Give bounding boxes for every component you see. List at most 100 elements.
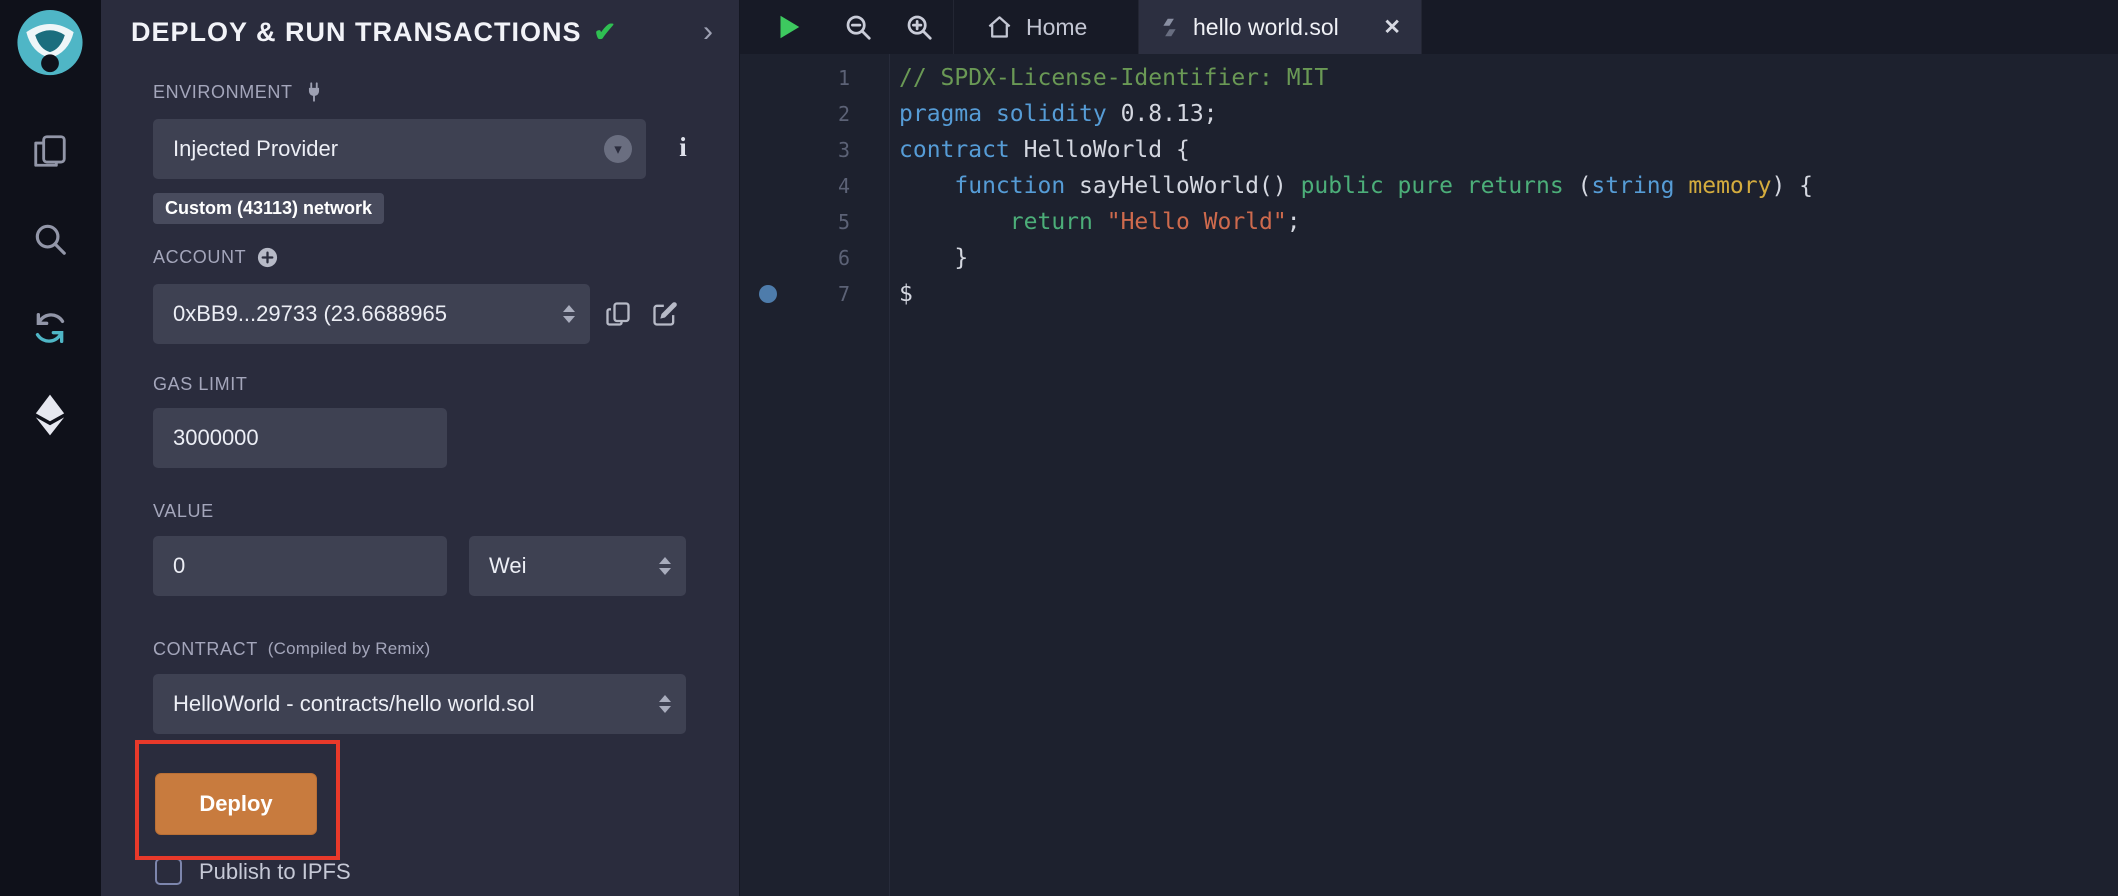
tab-home[interactable]: Home <box>953 0 1139 54</box>
line-number[interactable]: 4 <box>796 174 850 198</box>
code-text: $ <box>850 281 913 307</box>
solidity-file-icon <box>1159 17 1180 38</box>
code-token: pragma <box>899 101 982 127</box>
code-token <box>899 209 1010 235</box>
line-number[interactable]: 7 <box>796 282 850 306</box>
copy-account-icon[interactable] <box>603 299 633 329</box>
code-token: contract <box>899 137 1010 163</box>
chevron-right-icon[interactable]: › <box>703 12 713 52</box>
editor-tabbar: Home hello world.sol ✕ <box>740 0 2118 54</box>
publish-to-ipfs-row: Publish to IPFS <box>155 858 351 885</box>
search-icon[interactable] <box>28 217 72 261</box>
code-text: return "Hello World"; <box>850 209 1301 235</box>
line-number[interactable]: 2 <box>796 102 850 126</box>
environment-label-row: ENVIRONMENT <box>153 80 325 104</box>
value-label: VALUE <box>153 499 214 523</box>
contract-label: CONTRACT <box>153 639 258 660</box>
code-token: // SPDX-License-Identifier: MIT <box>899 65 1328 91</box>
network-badge: Custom (43113) network <box>153 193 384 224</box>
environment-select[interactable]: Injected Provider ▾ <box>153 119 646 179</box>
breakpoint-margin[interactable] <box>740 285 796 303</box>
code-line[interactable]: 4 function sayHelloWorld() public pure r… <box>740 168 2118 204</box>
code-token <box>1093 209 1107 235</box>
value-unit-select[interactable]: Wei <box>469 536 686 596</box>
code-token <box>1384 173 1398 199</box>
code-text: pragma solidity 0.8.13; <box>850 101 1218 127</box>
caret-circle-icon: ▾ <box>604 135 632 163</box>
file-explorer-icon[interactable] <box>28 129 72 173</box>
environment-info-icon[interactable]: i <box>671 132 695 166</box>
code-token: ; <box>1287 209 1301 235</box>
add-account-icon[interactable] <box>256 246 279 269</box>
code-line[interactable]: 3contract HelloWorld { <box>740 132 2118 168</box>
code-text: function sayHelloWorld() public pure ret… <box>850 173 1813 199</box>
publish-label: Publish to IPFS <box>199 859 351 885</box>
value-input[interactable]: 0 <box>153 536 447 596</box>
code-token: solidity <box>996 101 1107 127</box>
deploy-run-icon[interactable] <box>28 393 72 437</box>
code-line[interactable]: 1 // SPDX-License-Identifier: MIT <box>740 60 2118 96</box>
run-script-icon[interactable] <box>768 7 808 47</box>
contract-label-row: CONTRACT (Compiled by Remix) <box>153 637 430 661</box>
line-number[interactable]: 6 <box>796 246 850 270</box>
deploy-run-panel: DEPLOY & RUN TRANSACTIONS ✔ › ENVIRONMEN… <box>101 0 739 896</box>
code-token <box>982 101 996 127</box>
account-label: ACCOUNT <box>153 247 246 268</box>
tab-sol-label: hello world.sol <box>1193 14 1339 41</box>
code-line[interactable]: 6 } <box>740 240 2118 276</box>
contract-select[interactable]: HelloWorld - contracts/hello world.sol <box>153 674 686 734</box>
value-unit: Wei <box>489 553 527 579</box>
panel-header: DEPLOY & RUN TRANSACTIONS ✔ › <box>131 12 713 52</box>
code-token: returns <box>1467 173 1564 199</box>
account-value: 0xBB9...29733 (23.6688965 <box>173 301 447 327</box>
code-token: return <box>1010 209 1093 235</box>
code-text: contract HelloWorld { <box>850 137 1190 163</box>
code-token: string <box>1591 173 1674 199</box>
code-token: 0.8.13; <box>1107 101 1218 127</box>
line-number[interactable]: 3 <box>796 138 850 162</box>
gas-limit-value: 3000000 <box>173 425 259 451</box>
code-token <box>899 173 954 199</box>
code-line[interactable]: 7$ <box>740 276 2118 312</box>
code-token: pure <box>1398 173 1453 199</box>
tab-home-label: Home <box>1026 14 1087 41</box>
publish-checkbox[interactable] <box>155 858 182 885</box>
activity-bar <box>0 0 101 896</box>
code-line[interactable]: 5 return "Hello World"; <box>740 204 2118 240</box>
solidity-compiler-icon[interactable] <box>28 306 72 350</box>
line-number[interactable]: 1 <box>796 66 850 90</box>
deploy-button[interactable]: Deploy <box>155 773 317 835</box>
account-label-row: ACCOUNT <box>153 245 279 269</box>
zoom-out-icon[interactable] <box>838 7 878 47</box>
gas-limit-input[interactable]: 3000000 <box>153 408 447 468</box>
code-line[interactable]: 2pragma solidity 0.8.13; <box>740 96 2118 132</box>
value-amount: 0 <box>173 553 185 579</box>
tab-hello-world-sol[interactable]: hello world.sol ✕ <box>1139 0 1422 54</box>
select-arrows-icon <box>659 557 671 575</box>
code-token: } <box>899 245 968 271</box>
code-token: ( <box>1564 173 1592 199</box>
code-token <box>1675 173 1689 199</box>
check-icon: ✔ <box>594 17 617 48</box>
code-text: } <box>850 245 968 271</box>
zoom-in-icon[interactable] <box>899 7 939 47</box>
line-number[interactable]: 5 <box>796 210 850 234</box>
contract-value: HelloWorld - contracts/hello world.sol <box>173 691 535 717</box>
code-token: ) { <box>1771 173 1813 199</box>
contract-note: (Compiled by Remix) <box>268 639 431 659</box>
panel-title: DEPLOY & RUN TRANSACTIONS <box>131 17 582 48</box>
code-text: // SPDX-License-Identifier: MIT <box>850 65 1328 91</box>
environment-value: Injected Provider <box>173 136 338 162</box>
code-token: function <box>954 173 1065 199</box>
edit-account-icon[interactable] <box>650 299 680 329</box>
code-token: "Hello World" <box>1107 209 1287 235</box>
breakpoint-dot-icon[interactable] <box>759 285 777 303</box>
remix-logo-icon[interactable] <box>13 7 87 81</box>
close-tab-icon[interactable]: ✕ <box>1383 15 1401 40</box>
environment-label: ENVIRONMENT <box>153 82 293 103</box>
code-area[interactable]: 1 // SPDX-License-Identifier: MIT 2pragma … <box>740 54 2118 896</box>
code-token: sayHelloWorld() <box>1065 173 1300 199</box>
remix-app: DEPLOY & RUN TRANSACTIONS ✔ › ENVIRONMEN… <box>0 0 2118 896</box>
select-arrows-icon <box>659 695 671 713</box>
account-select[interactable]: 0xBB9...29733 (23.6688965 <box>153 284 590 344</box>
